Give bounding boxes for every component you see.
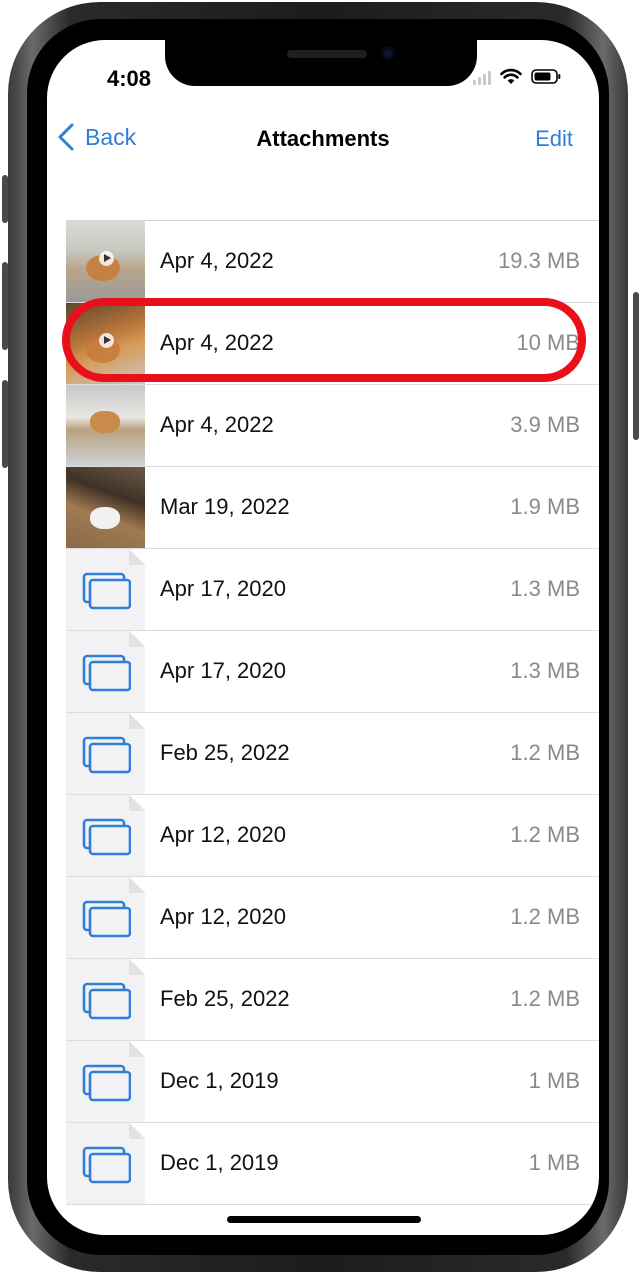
document-stack-icon xyxy=(82,900,131,938)
attachment-row[interactable]: Dec 1, 2019 1 MB xyxy=(66,1123,599,1205)
attachment-size: 1 MB xyxy=(528,1068,580,1093)
attachment-file-thumbnail xyxy=(66,795,145,876)
document-stack-icon xyxy=(82,1064,131,1102)
document-stack-icon xyxy=(82,1146,131,1184)
edit-button[interactable]: Edit xyxy=(535,126,573,152)
cellular-signal-icon xyxy=(473,69,491,85)
attachment-size: 1.2 MB xyxy=(510,822,580,847)
page-title: Attachments xyxy=(256,126,390,151)
attachment-size: 1.2 MB xyxy=(510,986,580,1011)
attachment-file-thumbnail xyxy=(66,631,145,712)
attachment-row[interactable]: Feb 25, 2022 1.2 MB xyxy=(66,959,599,1041)
attachment-size: 3.9 MB xyxy=(510,412,580,437)
document-stack-icon xyxy=(82,572,131,610)
attachment-size: 1.3 MB xyxy=(510,576,580,601)
document-stack-icon xyxy=(82,736,131,774)
status-time: 4:08 xyxy=(107,66,152,91)
attachment-image-thumbnail xyxy=(66,385,145,466)
attachment-date: Apr 17, 2020 xyxy=(160,658,286,683)
attachment-file-thumbnail xyxy=(66,713,145,794)
attachment-size: 1.9 MB xyxy=(510,494,580,519)
attachment-row[interactable]: Apr 4, 2022 10 MB xyxy=(66,303,599,385)
page: 4:08 Back Attachments Edit Apr 4, 2022 1… xyxy=(0,0,642,1280)
attachment-date: Feb 25, 2022 xyxy=(160,986,290,1011)
attachment-date: Dec 1, 2019 xyxy=(160,1150,279,1175)
attachment-size: 1 MB xyxy=(528,1150,580,1175)
home-indicator[interactable] xyxy=(227,1216,421,1223)
notch xyxy=(165,40,477,86)
attachment-image-thumbnail xyxy=(66,303,145,384)
attachment-row[interactable]: Apr 12, 2020 1.2 MB xyxy=(66,795,599,877)
speaker xyxy=(287,50,367,58)
attachment-date: Mar 19, 2022 xyxy=(160,494,290,519)
attachment-row[interactable]: Apr 4, 2022 3.9 MB xyxy=(66,385,599,467)
attachments-list: Apr 4, 2022 19.3 MB Apr 4, 2022 10 MB Apr 4,… xyxy=(66,220,599,1205)
attachment-size: 1.3 MB xyxy=(510,658,580,683)
attachment-file-thumbnail xyxy=(66,959,145,1040)
document-stack-icon xyxy=(82,654,131,692)
attachment-size: 10 MB xyxy=(516,330,580,355)
phone-screen: 4:08 Back Attachments Edit Apr 4, 2022 1… xyxy=(47,40,599,1235)
wifi-icon xyxy=(500,68,522,84)
attachment-date: Apr 12, 2020 xyxy=(160,904,286,929)
attachment-file-thumbnail xyxy=(66,1123,145,1204)
attachment-file-thumbnail xyxy=(66,877,145,958)
attachment-size: 19.3 MB xyxy=(498,248,580,273)
document-stack-icon xyxy=(82,818,131,856)
attachment-file-thumbnail xyxy=(66,1041,145,1122)
attachment-date: Apr 4, 2022 xyxy=(160,412,274,437)
attachment-image-thumbnail xyxy=(66,221,145,302)
attachment-date: Apr 17, 2020 xyxy=(160,576,286,601)
attachment-row[interactable]: Mar 19, 2022 1.9 MB xyxy=(66,467,599,549)
attachment-date: Feb 25, 2022 xyxy=(160,740,290,765)
power-button xyxy=(633,292,639,440)
attachment-date: Apr 4, 2022 xyxy=(160,330,274,355)
attachment-date: Apr 12, 2020 xyxy=(160,822,286,847)
attachment-date: Apr 4, 2022 xyxy=(160,248,274,273)
attachment-date: Dec 1, 2019 xyxy=(160,1068,279,1093)
attachment-image-thumbnail xyxy=(66,467,145,548)
document-stack-icon xyxy=(82,982,131,1020)
navigation-bar: Back Attachments Edit xyxy=(47,110,599,170)
attachment-row[interactable]: Apr 4, 2022 19.3 MB xyxy=(66,221,599,303)
attachment-row[interactable]: Apr 17, 2020 1.3 MB xyxy=(66,631,599,713)
attachment-row[interactable]: Dec 1, 2019 1 MB xyxy=(66,1041,599,1123)
attachment-size: 1.2 MB xyxy=(510,740,580,765)
attachment-row[interactable]: Feb 25, 2022 1.2 MB xyxy=(66,713,599,795)
play-icon xyxy=(99,251,114,266)
attachment-file-thumbnail xyxy=(66,549,145,630)
status-icons xyxy=(473,68,561,85)
attachment-row[interactable]: Apr 12, 2020 1.2 MB xyxy=(66,877,599,959)
battery-icon xyxy=(531,69,561,84)
attachment-size: 1.2 MB xyxy=(510,904,580,929)
attachment-row[interactable]: Apr 17, 2020 1.3 MB xyxy=(66,549,599,631)
front-camera xyxy=(381,46,395,60)
play-icon xyxy=(99,333,114,348)
